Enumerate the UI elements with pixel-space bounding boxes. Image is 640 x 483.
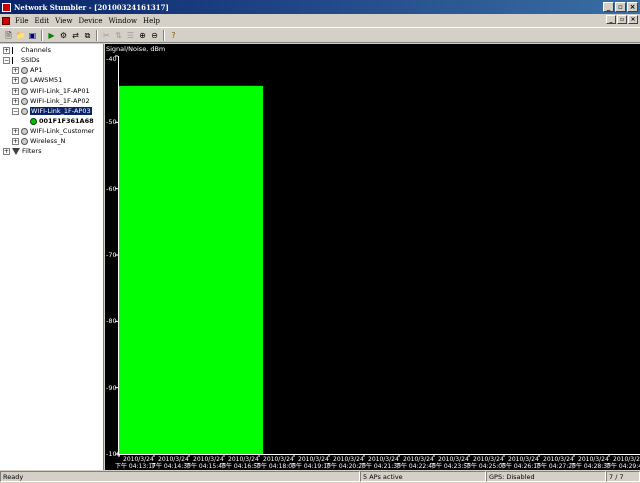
tree-node-label: LAWSM51 — [30, 76, 63, 84]
expander-icon[interactable]: + — [12, 87, 19, 95]
minimize-button[interactable]: _ — [603, 2, 614, 12]
circle-icon — [21, 97, 28, 105]
signal-bar — [119, 85, 263, 454]
status-ready: Ready — [0, 471, 360, 482]
expander-icon[interactable]: + — [12, 127, 19, 135]
x-tick-label: 2010/3/24下午 04:29:40 — [605, 456, 640, 470]
status-gps: GPS: Disabled — [486, 471, 606, 482]
green-circle-icon — [30, 117, 37, 125]
expander-icon[interactable]: + — [12, 97, 19, 105]
expander-icon[interactable]: + — [3, 147, 10, 155]
tree-node-channels[interactable]: + Channels — [3, 45, 51, 55]
expander-icon[interactable]: + — [12, 66, 19, 74]
tree-pane[interactable]: + Channels − SSIDs + AP1 + LAWSM51 + WIF… — [0, 44, 104, 470]
tree-node-ssids[interactable]: − SSIDs — [3, 55, 40, 65]
circle-icon — [21, 87, 28, 95]
circle-icon — [21, 137, 28, 145]
toolbar-separator — [41, 29, 43, 41]
expander-icon[interactable]: + — [3, 46, 10, 54]
circle-icon — [21, 107, 28, 115]
copy-icon[interactable]: ⧉ — [82, 30, 93, 41]
status-count: 7 / 7 — [606, 471, 640, 482]
window-title: Network Stumbler - [20100324161317] — [14, 2, 169, 12]
toolbar-separator — [163, 29, 165, 41]
antenna-icon — [12, 56, 19, 64]
x-tick-time: 下午 04:29:40 — [605, 463, 640, 470]
expander-icon[interactable]: + — [12, 76, 19, 84]
tree-node-ssid[interactable]: + Wireless_N — [12, 136, 65, 146]
signal-graph: Signal/Noise, dBm -40 -50 -60 -70 -80 -90 -100… — [105, 44, 640, 470]
tree-node-label: WIFI-Link_1F-AP03 — [30, 107, 92, 115]
menu-edit[interactable]: Edit — [31, 17, 52, 25]
tree-node-ssid[interactable]: + WIFI-Link_1F-AP01 — [12, 86, 90, 96]
tree-node-ssid[interactable]: + AP1 — [12, 65, 43, 75]
menu-view[interactable]: View — [52, 17, 75, 25]
status-bar: Ready 5 APs active GPS: Disabled 7 / 7 — [0, 470, 640, 483]
tree-node-label: WIFI-Link_Customer — [30, 127, 95, 135]
restore-button[interactable]: ▫ — [615, 2, 626, 12]
tree-node-ssid[interactable]: + WIFI-Link_1F-AP02 — [12, 96, 90, 106]
tree-node-ssid[interactable]: + LAWSM51 — [12, 75, 62, 85]
menu-file[interactable]: File — [12, 17, 31, 25]
expander-icon[interactable]: + — [12, 137, 19, 145]
toolbar: 🗎 📁 ▣ ▶ ⚙ ⇄ ⧉ ✂ ⇅ ☰ ⊕ ⊖ ? — [0, 27, 640, 43]
circle-icon — [21, 66, 28, 74]
x-tick-date: 2010/3/24 — [613, 456, 640, 463]
help-icon[interactable]: ? — [168, 30, 179, 41]
save-icon[interactable]: ▣ — [27, 30, 38, 41]
cut-icon[interactable]: ✂ — [101, 30, 112, 41]
circle-icon — [21, 76, 28, 84]
tree-node-label: 001F1F361A68 — [39, 117, 94, 125]
toolbar-separator — [96, 29, 98, 41]
open-folder-icon[interactable]: 📁 — [15, 30, 26, 41]
tree-node-ssid[interactable]: + WIFI-Link_Customer — [12, 126, 94, 136]
menu-bar: File Edit View Device Window Help _ ▫ × — [0, 14, 640, 27]
status-aps-active: 5 APs active — [360, 471, 486, 482]
zoom-out-icon[interactable]: ⊖ — [149, 30, 160, 41]
document-icon[interactable] — [2, 16, 10, 25]
play-icon[interactable]: ▶ — [46, 30, 57, 41]
child-close-button[interactable]: × — [628, 15, 638, 24]
tree-node-label: AP1 — [30, 66, 43, 74]
split-icon[interactable]: ⇅ — [113, 30, 124, 41]
new-file-icon[interactable]: 🗎 — [3, 30, 14, 41]
tree-node-label: WIFI-Link_1F-AP02 — [30, 97, 90, 105]
zoom-in-icon[interactable]: ⊕ — [137, 30, 148, 41]
menu-device[interactable]: Device — [75, 17, 105, 25]
child-minimize-button[interactable]: _ — [606, 15, 616, 24]
tree-node-label: Channels — [21, 46, 52, 54]
expander-icon[interactable]: − — [12, 107, 19, 115]
child-restore-button[interactable]: ▫ — [617, 15, 627, 24]
app-icon — [2, 2, 11, 12]
antenna-icon — [12, 46, 19, 54]
chart-canvas — [115, 55, 610, 457]
expander-icon[interactable]: − — [3, 56, 10, 64]
list-icon[interactable]: ☰ — [125, 30, 136, 41]
tree-node-label: Filters — [22, 147, 42, 155]
tree-node-filters[interactable]: + Filters — [3, 146, 41, 156]
tree-node-mac[interactable]: 001F1F361A68 — [30, 116, 94, 126]
filter-icon — [12, 147, 20, 155]
tree-node-label: SSIDs — [21, 56, 40, 64]
tree-node-label: WIFI-Link_1F-AP01 — [30, 87, 90, 95]
close-button[interactable]: × — [627, 2, 638, 12]
menu-help[interactable]: Help — [140, 17, 163, 25]
tree-node-label: Wireless_N — [30, 137, 66, 145]
circle-icon — [21, 127, 28, 135]
menu-window[interactable]: Window — [105, 17, 140, 25]
auto-config-icon[interactable]: ⇄ — [70, 30, 81, 41]
title-bar: Network Stumbler - [20100324161317] _ ▫ … — [0, 0, 640, 14]
tree-node-ssid-selected[interactable]: − WIFI-Link_1F-AP03 — [12, 106, 92, 116]
scan-config-icon[interactable]: ⚙ — [58, 30, 69, 41]
